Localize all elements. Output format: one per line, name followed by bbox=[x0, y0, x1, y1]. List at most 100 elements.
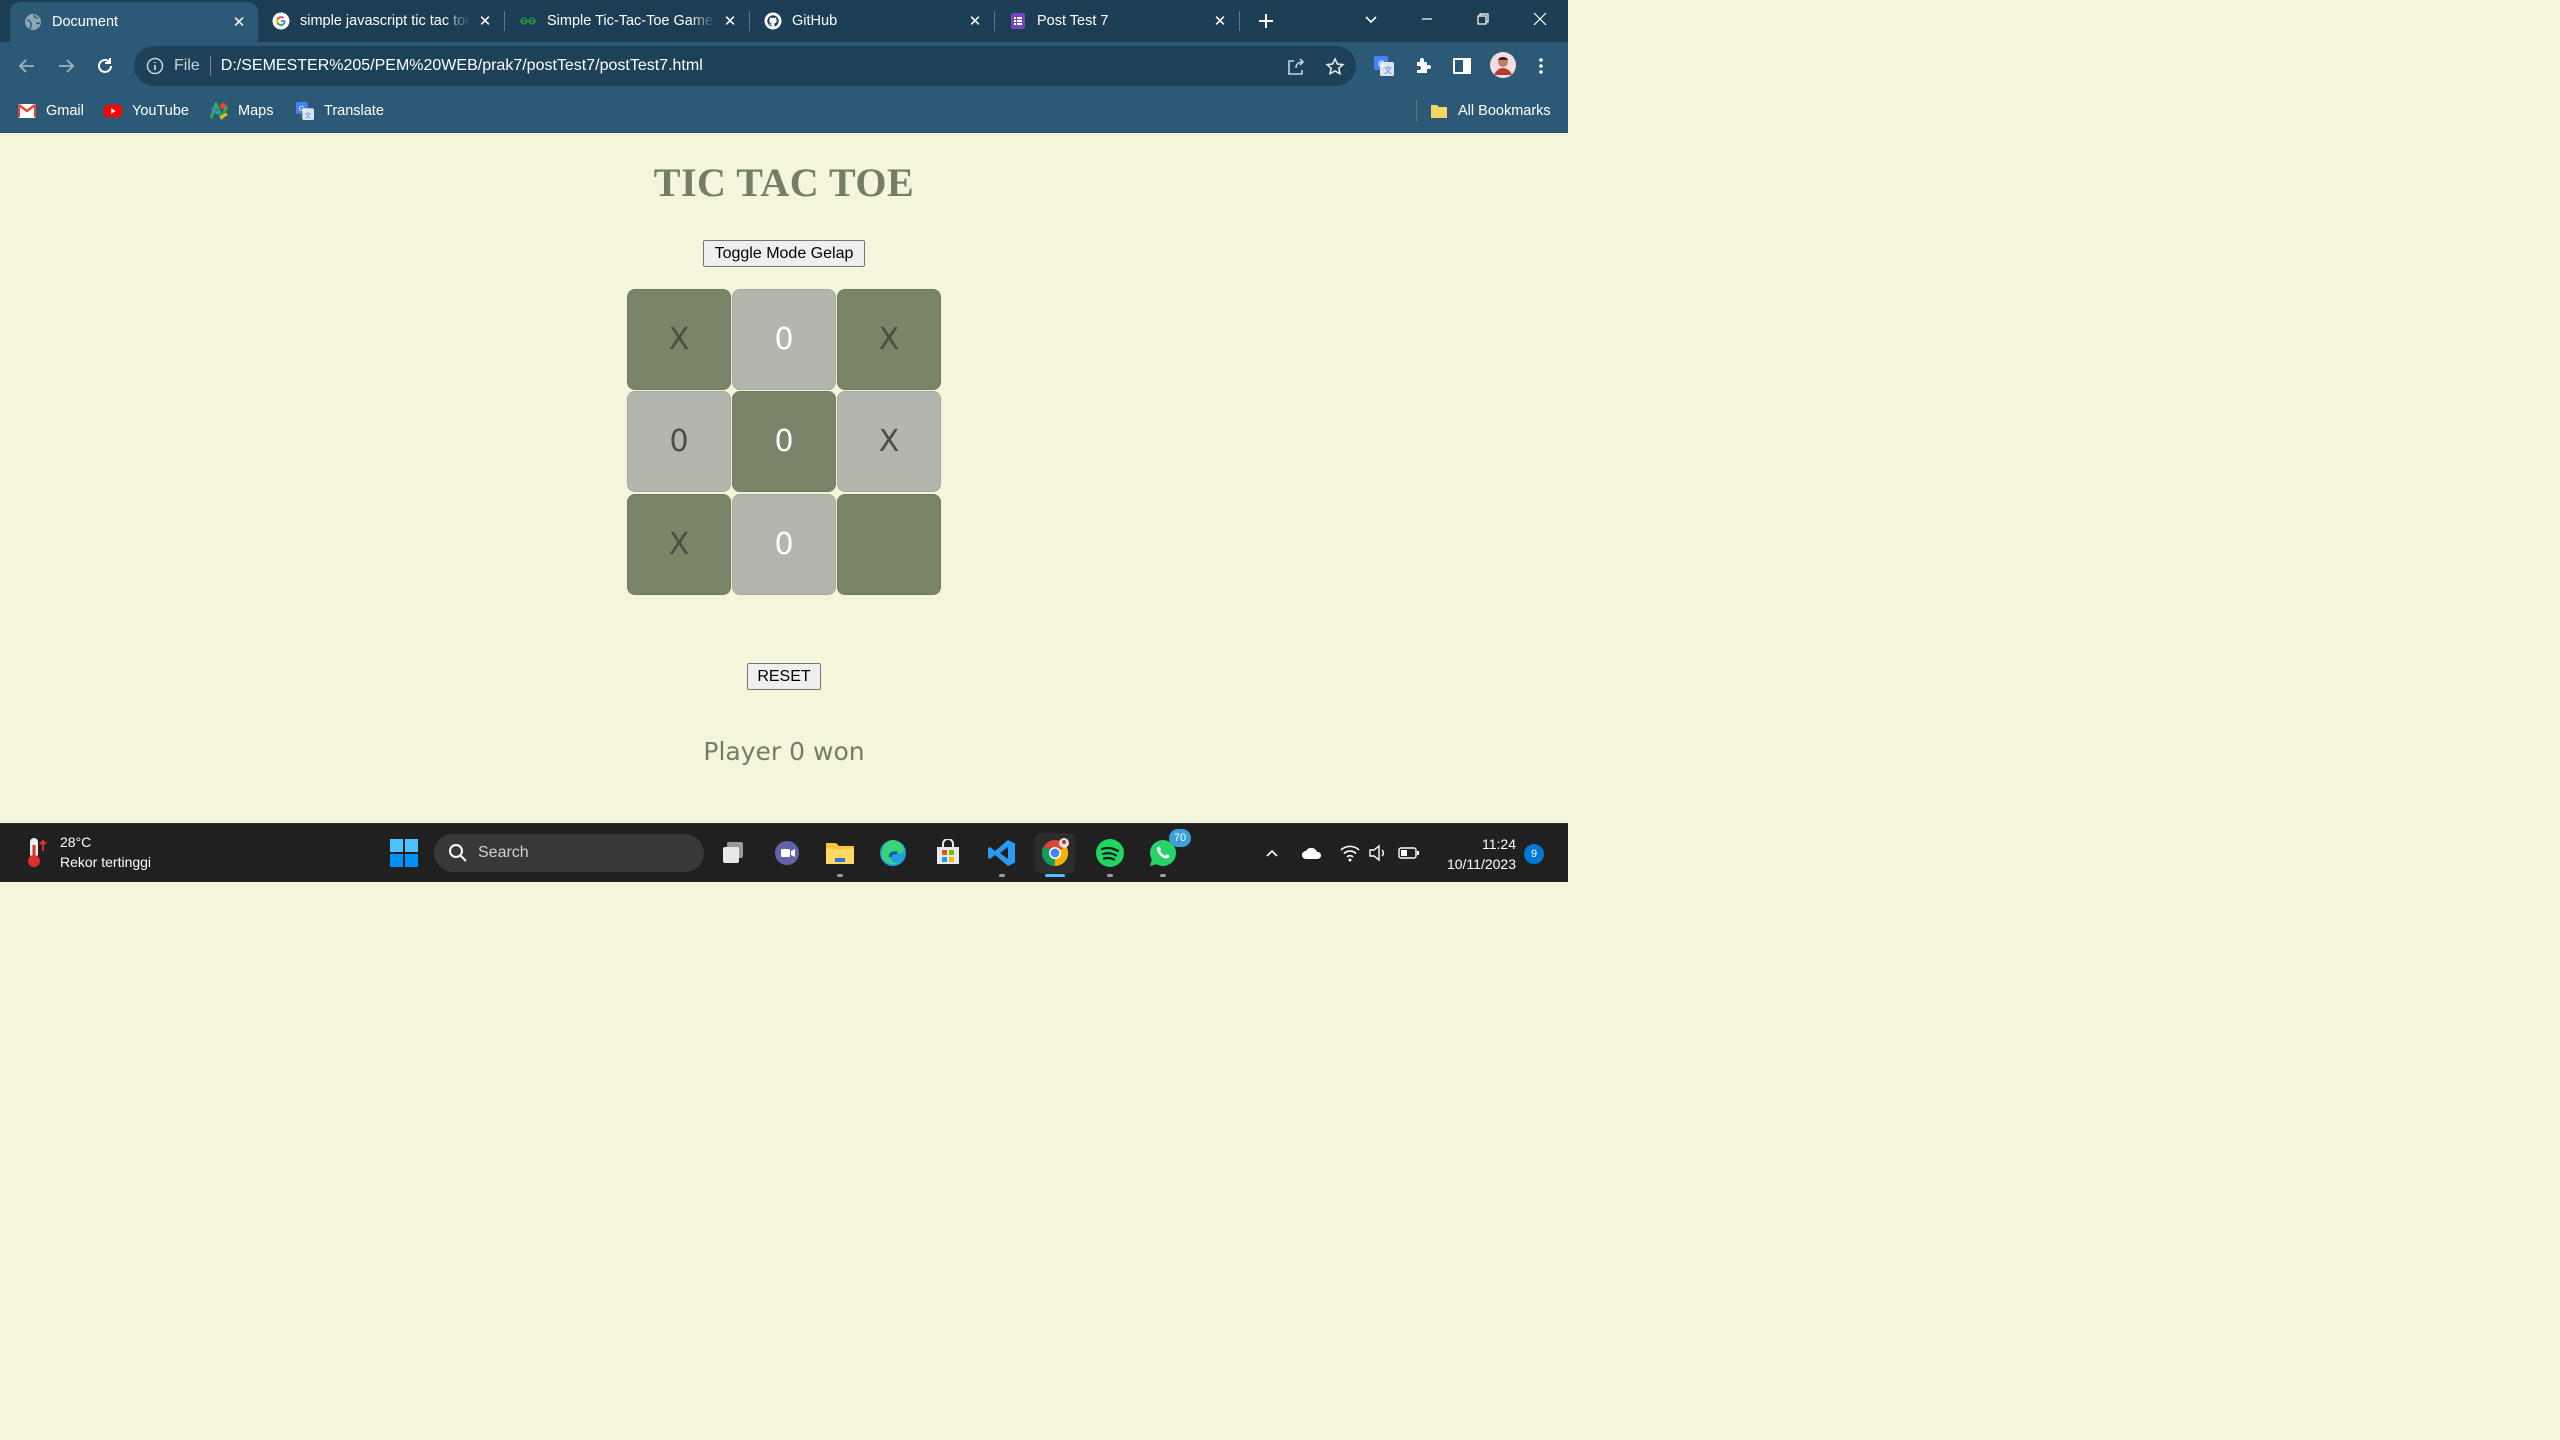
all-bookmarks-folder[interactable]: All Bookmarks bbox=[1430, 100, 1551, 122]
board-cell-5[interactable]: 0 bbox=[732, 391, 836, 492]
microsoft-store-button[interactable] bbox=[928, 833, 968, 873]
spotify-button[interactable] bbox=[1090, 833, 1130, 877]
back-button[interactable] bbox=[13, 52, 41, 80]
battery-icon[interactable] bbox=[1398, 842, 1420, 864]
extensions-icon[interactable] bbox=[1411, 54, 1435, 78]
store-icon bbox=[937, 839, 959, 864]
toggle-dark-mode-button[interactable]: Toggle Mode Gelap bbox=[703, 240, 865, 267]
tab-search-button[interactable] bbox=[1351, 0, 1391, 38]
board-cell-8[interactable]: 0 bbox=[732, 494, 836, 595]
tab-document[interactable]: Document ✕ bbox=[10, 2, 258, 42]
clock-date: 10/11/2023 bbox=[1446, 856, 1516, 872]
taskbar-search[interactable]: Search bbox=[434, 834, 704, 872]
tab-title: simple javascript tic tac toe bbox=[300, 13, 470, 29]
reload-icon bbox=[98, 58, 112, 73]
start-button[interactable] bbox=[384, 833, 424, 873]
board-cell-1[interactable]: X bbox=[627, 289, 731, 390]
globe-icon bbox=[24, 13, 42, 31]
url-text[interactable]: D:/SEMESTER%205/PEM%20WEB/prak7/postTest… bbox=[221, 57, 703, 75]
task-view-button[interactable] bbox=[714, 833, 754, 873]
address-bar[interactable]: File D:/SEMESTER%205/PEM%20WEB/prak7/pos… bbox=[134, 46, 1356, 86]
bookmark-label: YouTube bbox=[132, 103, 189, 119]
browser-toolbar: File D:/SEMESTER%205/PEM%20WEB/prak7/pos… bbox=[0, 42, 1568, 90]
chrome-button[interactable] bbox=[1035, 833, 1075, 877]
chevron-down-icon bbox=[1365, 16, 1377, 24]
share-icon[interactable] bbox=[1285, 56, 1307, 78]
tab-title: GitHub bbox=[792, 13, 838, 29]
close-icon bbox=[1533, 12, 1547, 26]
teams-chat-button[interactable] bbox=[767, 833, 807, 873]
running-indicator bbox=[1045, 874, 1065, 877]
close-window-button[interactable] bbox=[1520, 0, 1560, 38]
close-icon[interactable]: ✕ bbox=[721, 12, 739, 30]
bookmark-youtube[interactable]: YouTube bbox=[104, 100, 189, 122]
tab-post-test-7[interactable]: Post Test 7 ✕ bbox=[995, 0, 1239, 42]
translate-icon: G文 bbox=[296, 102, 314, 120]
edge-icon bbox=[880, 840, 906, 866]
geeksforgeeks-icon bbox=[519, 12, 537, 30]
page-content: TIC TAC TOE Toggle Mode Gelap X 0 X 0 0 … bbox=[0, 134, 1568, 823]
folder-icon bbox=[826, 843, 854, 864]
vscode-button[interactable] bbox=[982, 833, 1022, 877]
arrow-right-icon bbox=[59, 59, 75, 73]
task-view-icon bbox=[723, 842, 743, 863]
edge-button[interactable] bbox=[873, 833, 913, 873]
tab-gfg[interactable]: Simple Tic-Tac-Toe Game ✕ bbox=[505, 0, 749, 42]
side-panel-icon[interactable] bbox=[1450, 54, 1474, 78]
whatsapp-button[interactable]: 70 bbox=[1143, 829, 1191, 877]
board-cell-4[interactable]: 0 bbox=[627, 391, 731, 492]
board-cell-3[interactable]: X bbox=[837, 289, 941, 390]
close-icon[interactable]: ✕ bbox=[230, 13, 248, 31]
restore-button[interactable] bbox=[1463, 0, 1503, 38]
chat-icon bbox=[775, 841, 799, 865]
vscode-icon bbox=[988, 840, 1015, 866]
board-cell-9[interactable] bbox=[837, 494, 941, 595]
onedrive-icon[interactable] bbox=[1300, 842, 1324, 864]
notification-count-badge[interactable]: 9 bbox=[1524, 844, 1544, 864]
info-icon[interactable] bbox=[146, 57, 164, 75]
google-icon bbox=[272, 12, 290, 30]
tab-title: Simple Tic-Tac-Toe Game bbox=[547, 13, 713, 29]
tab-github[interactable]: GitHub ✕ bbox=[750, 0, 994, 42]
close-icon[interactable]: ✕ bbox=[1211, 12, 1229, 30]
close-icon[interactable]: ✕ bbox=[476, 12, 494, 30]
chrome-icon bbox=[1041, 838, 1069, 867]
github-icon bbox=[764, 12, 782, 30]
svg-text:文: 文 bbox=[305, 110, 312, 119]
close-icon[interactable]: ✕ bbox=[966, 12, 984, 30]
bookmark-gmail[interactable]: Gmail bbox=[18, 100, 84, 122]
bookmark-label: Translate bbox=[324, 103, 384, 119]
whatsapp-badge: 70 bbox=[1169, 829, 1191, 847]
bookmarks-bar: Gmail YouTube Maps G文 Translate All Book… bbox=[0, 90, 1568, 133]
reset-button[interactable]: RESET bbox=[747, 663, 821, 690]
volume-icon[interactable] bbox=[1367, 842, 1389, 864]
bookmark-maps[interactable]: Maps bbox=[210, 100, 273, 122]
bookmark-star-icon[interactable] bbox=[1324, 56, 1346, 78]
chevron-up-icon bbox=[1266, 849, 1278, 857]
bookmark-translate[interactable]: G文 Translate bbox=[296, 100, 384, 122]
weather-widget[interactable]: 28°C Rekor tertinggi bbox=[22, 832, 151, 872]
tab-google-search[interactable]: simple javascript tic tac toe ✕ bbox=[258, 0, 504, 42]
forward-button[interactable] bbox=[52, 52, 80, 80]
all-bookmarks-label: All Bookmarks bbox=[1458, 103, 1551, 119]
running-indicator bbox=[1107, 874, 1113, 877]
restore-icon bbox=[1477, 13, 1489, 25]
board-cell-2[interactable]: 0 bbox=[732, 289, 836, 390]
clock-time: 11:24 bbox=[1482, 836, 1516, 852]
board-cell-6[interactable]: X bbox=[837, 391, 941, 492]
system-clock[interactable]: 11:24 10/11/2023 bbox=[1436, 834, 1516, 874]
reload-button[interactable] bbox=[91, 52, 119, 80]
running-indicator bbox=[837, 874, 843, 877]
show-hidden-icons-button[interactable] bbox=[1261, 842, 1283, 864]
file-explorer-button[interactable] bbox=[820, 833, 860, 877]
menu-dots-icon[interactable] bbox=[1529, 54, 1553, 78]
wifi-icon[interactable] bbox=[1339, 842, 1361, 864]
google-translate-icon[interactable]: G文 bbox=[1372, 54, 1396, 78]
tab-title: Document bbox=[52, 14, 119, 30]
new-tab-button[interactable] bbox=[1252, 7, 1280, 35]
board-cell-7[interactable]: X bbox=[627, 494, 731, 595]
gmail-icon bbox=[18, 102, 36, 120]
thermometer-icon bbox=[28, 838, 47, 867]
minimize-button[interactable] bbox=[1407, 0, 1447, 38]
profile-avatar[interactable] bbox=[1489, 51, 1517, 79]
